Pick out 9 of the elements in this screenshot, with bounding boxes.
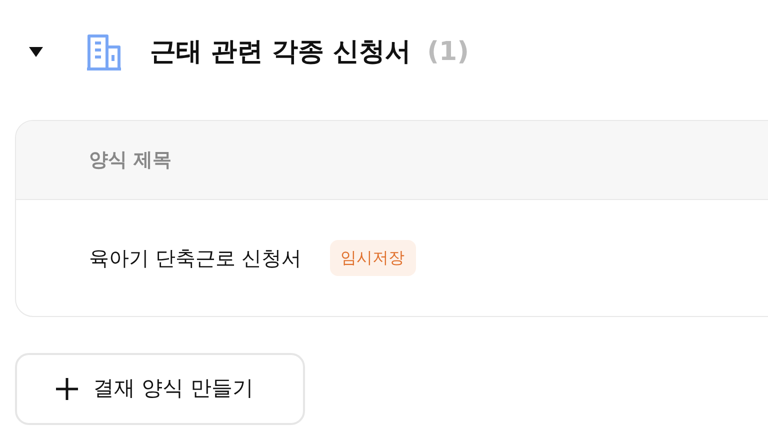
plus-icon [55,377,79,401]
create-form-button[interactable]: 결재 양식 만들기 [15,353,305,425]
draft-badge: 임시저장 [330,240,416,276]
item-count: (1) [427,36,470,68]
caret-icon [28,46,44,58]
form-title[interactable]: 육아기 단축근로 신청서 [89,243,302,273]
column-header: 양식 제목 [89,148,172,173]
section-title: 근태 관련 각종 신청서 [150,36,412,68]
building-icon [86,33,122,71]
